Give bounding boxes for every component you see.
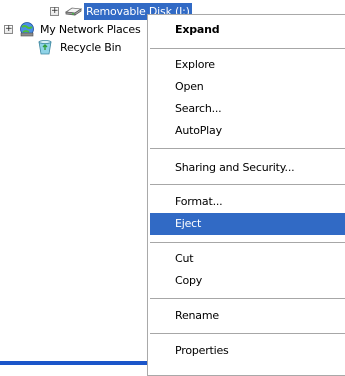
menu-item-autoplay[interactable]: AutoPlay (150, 120, 345, 142)
tree-item-label: Recycle Bin (60, 41, 122, 54)
removable-disk-icon (64, 3, 83, 19)
expand-removable-disk-toggle[interactable]: + (50, 7, 59, 16)
menu-item-explore[interactable]: Explore (150, 54, 345, 76)
horizontal-scrollbar-edge (0, 361, 149, 365)
menu-separator (150, 298, 345, 299)
menu-item-eject[interactable]: Eject (150, 213, 345, 235)
menu-item-sharing-and-security[interactable]: Sharing and Security... (150, 157, 345, 179)
menu-item-properties[interactable]: Properties (150, 340, 345, 362)
menu-separator (150, 242, 345, 243)
recycle-bin-icon (36, 39, 54, 55)
menu-item-cut[interactable]: Cut (150, 248, 345, 270)
network-places-icon (18, 21, 36, 37)
menu-item-search[interactable]: Search... (150, 98, 345, 120)
menu-separator (150, 48, 345, 49)
menu-item-open[interactable]: Open (150, 76, 345, 98)
context-menu: Expand Explore Open Search... AutoPlay S… (147, 14, 345, 376)
expand-my-network-places-toggle[interactable]: + (4, 25, 13, 34)
menu-separator (150, 333, 345, 334)
menu-item-copy[interactable]: Copy (150, 270, 345, 292)
menu-item-expand[interactable]: Expand (150, 19, 345, 41)
menu-separator (150, 148, 345, 149)
tree-item-label: My Network Places (40, 23, 141, 36)
menu-item-rename[interactable]: Rename (150, 305, 345, 327)
menu-separator (150, 184, 345, 185)
menu-item-format[interactable]: Format... (150, 191, 345, 213)
